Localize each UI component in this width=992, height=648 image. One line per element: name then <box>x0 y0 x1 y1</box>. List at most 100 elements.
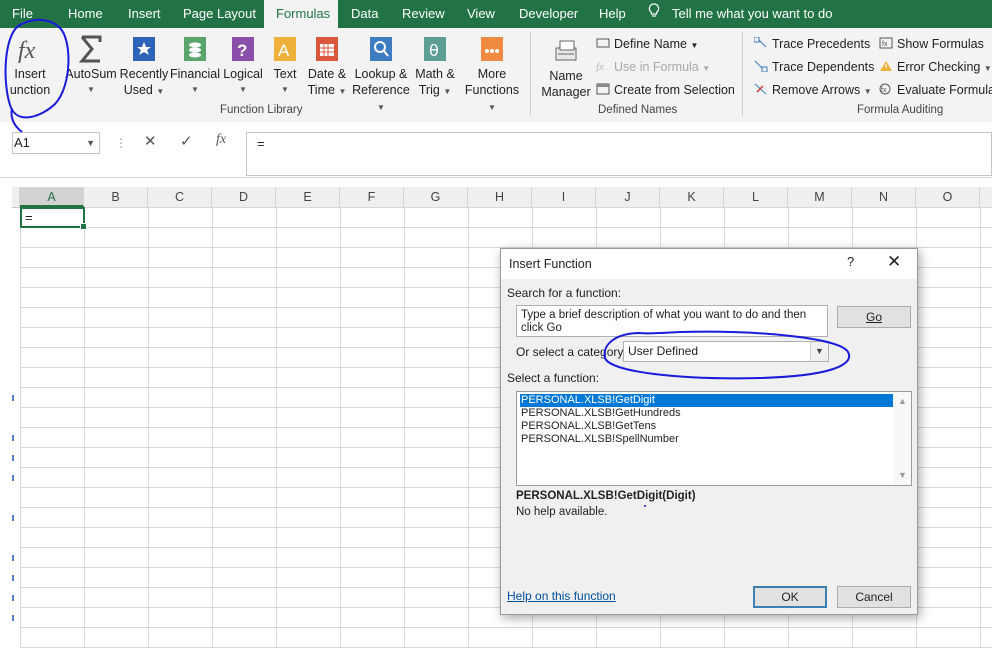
tab-view[interactable]: View <box>455 0 507 28</box>
list-scrollbar[interactable]: ▲ ▼ <box>894 392 911 485</box>
column-header-a[interactable]: A <box>20 187 84 207</box>
fill-handle[interactable] <box>80 223 87 230</box>
category-select[interactable]: User Defined ▼ <box>623 341 829 362</box>
name-manager-button[interactable]: Name Manager <box>540 36 592 100</box>
more-functions-book-icon <box>478 34 506 64</box>
insert-function-dialog: Insert Function ? ✕ Search for a functio… <box>500 248 918 615</box>
function-list[interactable]: PERSONAL.XLSB!GetDigit PERSONAL.XLSB!Get… <box>516 391 912 486</box>
column-header-n[interactable]: N <box>852 187 916 207</box>
scroll-up-icon[interactable]: ▲ <box>898 396 907 406</box>
name-manager-label-1: Name <box>549 69 583 83</box>
group-label-function-library: Function Library <box>220 104 303 116</box>
recently-used-button[interactable]: Recently Used ▼ <box>118 34 170 100</box>
annotation-tick <box>12 575 17 581</box>
go-button[interactable]: Go <box>837 306 911 328</box>
chevron-down-icon[interactable]: ▼ <box>86 133 95 153</box>
logical-book-icon: ? <box>229 34 257 64</box>
list-item[interactable]: PERSONAL.XLSB!GetTens <box>520 420 893 433</box>
column-header-g[interactable]: G <box>404 187 468 207</box>
column-header-j[interactable]: J <box>596 187 660 207</box>
error-checking-button[interactable]: Error Checking ▼ <box>879 58 992 76</box>
column-header-e[interactable]: E <box>276 187 340 207</box>
define-name-button[interactable]: Define Name ▼ <box>596 35 698 53</box>
list-item[interactable]: PERSONAL.XLSB!GetDigit <box>520 394 893 407</box>
tell-me-search[interactable]: Tell me what you want to do <box>648 0 832 28</box>
column-header-f[interactable]: F <box>340 187 404 207</box>
select-all-corner[interactable] <box>12 187 20 207</box>
column-header-h[interactable]: H <box>468 187 532 207</box>
insert-function-icon[interactable]: fx <box>216 132 226 148</box>
tab-formulas[interactable]: Formulas <box>264 0 338 28</box>
column-header-i[interactable]: I <box>532 187 596 207</box>
evaluate-formula-icon: fx <box>879 82 893 95</box>
math-trig-label-2: Trig ▼ <box>418 83 452 97</box>
lookup-reference-label-2: Reference ▼ <box>352 83 410 112</box>
list-item[interactable]: PERSONAL.XLSB!GetHundreds <box>520 407 893 420</box>
close-icon[interactable]: ✕ <box>887 252 901 272</box>
column-header-l[interactable]: L <box>724 187 788 207</box>
tab-review[interactable]: Review <box>390 0 457 28</box>
tab-page-layout[interactable]: Page Layout <box>171 0 268 28</box>
scroll-down-icon[interactable]: ▼ <box>898 470 907 480</box>
column-header-c[interactable]: C <box>148 187 212 207</box>
autosum-button[interactable]: AutoSum ▼ <box>64 34 118 98</box>
date-time-label-1: Date & <box>307 67 347 81</box>
svg-text:?: ? <box>237 41 247 60</box>
text-functions-button[interactable]: A Text ▼ <box>268 34 302 98</box>
active-cell[interactable]: = <box>20 207 87 230</box>
logical-button[interactable]: ? Logical ▼ <box>220 34 266 98</box>
evaluate-formula-label: Evaluate Formula <box>897 83 992 97</box>
name-box[interactable]: A1 ▼ <box>12 132 100 154</box>
column-header-k[interactable]: K <box>660 187 724 207</box>
confirm-entry-icon[interactable]: ✓ <box>180 132 193 150</box>
column-header-m[interactable]: M <box>788 187 852 207</box>
theta-book-icon: θ <box>421 34 449 64</box>
evaluate-formula-button[interactable]: fx Evaluate Formula <box>879 81 992 99</box>
more-functions-button[interactable]: More Functions ▼ <box>460 34 524 116</box>
date-time-button[interactable]: Date & Time ▼ <box>304 34 350 100</box>
tab-insert[interactable]: Insert <box>116 0 173 28</box>
list-item[interactable]: PERSONAL.XLSB!SpellNumber <box>520 433 893 446</box>
logical-label: Logical <box>223 67 263 81</box>
ribbon: fx Insert unction AutoSum ▼ Recently Use… <box>0 28 992 123</box>
remove-arrows-button[interactable]: Remove Arrows ▼ <box>754 81 872 99</box>
cancel-entry-icon[interactable]: ✕ <box>144 132 157 150</box>
math-trig-label-1: Math & <box>415 67 455 81</box>
trace-dependents-button[interactable]: Trace Dependents <box>754 58 874 76</box>
column-header-d[interactable]: D <box>212 187 276 207</box>
ok-button[interactable]: OK <box>753 586 827 608</box>
tab-data[interactable]: Data <box>339 0 390 28</box>
cancel-button[interactable]: Cancel <box>837 586 911 608</box>
show-formulas-label: Show Formulas <box>897 37 984 51</box>
use-in-formula-button[interactable]: fx Use in Formula ▼ <box>596 58 710 76</box>
create-from-selection-button[interactable]: Create from Selection <box>596 81 735 99</box>
function-search-input[interactable]: Type a brief description of what you wan… <box>516 305 828 337</box>
text-label: Text <box>273 67 297 81</box>
show-formulas-button[interactable]: fx Show Formulas <box>879 35 984 53</box>
recently-used-label-2: Used ▼ <box>123 83 165 97</box>
calendar-book-icon <box>313 34 341 64</box>
lookup-book-icon <box>367 34 395 64</box>
math-trig-button[interactable]: θ Math & Trig ▼ <box>412 34 458 100</box>
column-header-b[interactable]: B <box>84 187 148 207</box>
tab-home[interactable]: Home <box>56 0 115 28</box>
tab-developer[interactable]: Developer <box>507 0 590 28</box>
tab-file[interactable]: File <box>0 0 45 28</box>
dialog-title-bar[interactable]: Insert Function ? ✕ <box>501 249 917 279</box>
financial-button[interactable]: Financial ▼ <box>170 34 220 98</box>
annotation-tick <box>12 395 17 401</box>
insert-function-button[interactable]: fx Insert unction <box>4 34 56 98</box>
financial-label: Financial <box>170 67 221 81</box>
help-button[interactable]: ? <box>847 254 854 269</box>
annotation-tick <box>12 475 17 481</box>
trace-precedents-button[interactable]: Trace Precedents <box>753 35 870 53</box>
formula-input[interactable]: = <box>246 132 992 176</box>
column-header-o[interactable]: O <box>916 187 980 207</box>
tab-help[interactable]: Help <box>587 0 638 28</box>
lookup-reference-button[interactable]: Lookup & Reference ▼ <box>350 34 412 116</box>
error-checking-label: Error Checking <box>897 60 981 74</box>
column-headers: ABCDEFGHIJKLMNO <box>12 187 992 208</box>
chevron-down-icon[interactable]: ▼ <box>810 342 828 361</box>
lightbulb-icon <box>648 1 662 29</box>
help-on-function-link[interactable]: Help on this function <box>507 589 616 603</box>
